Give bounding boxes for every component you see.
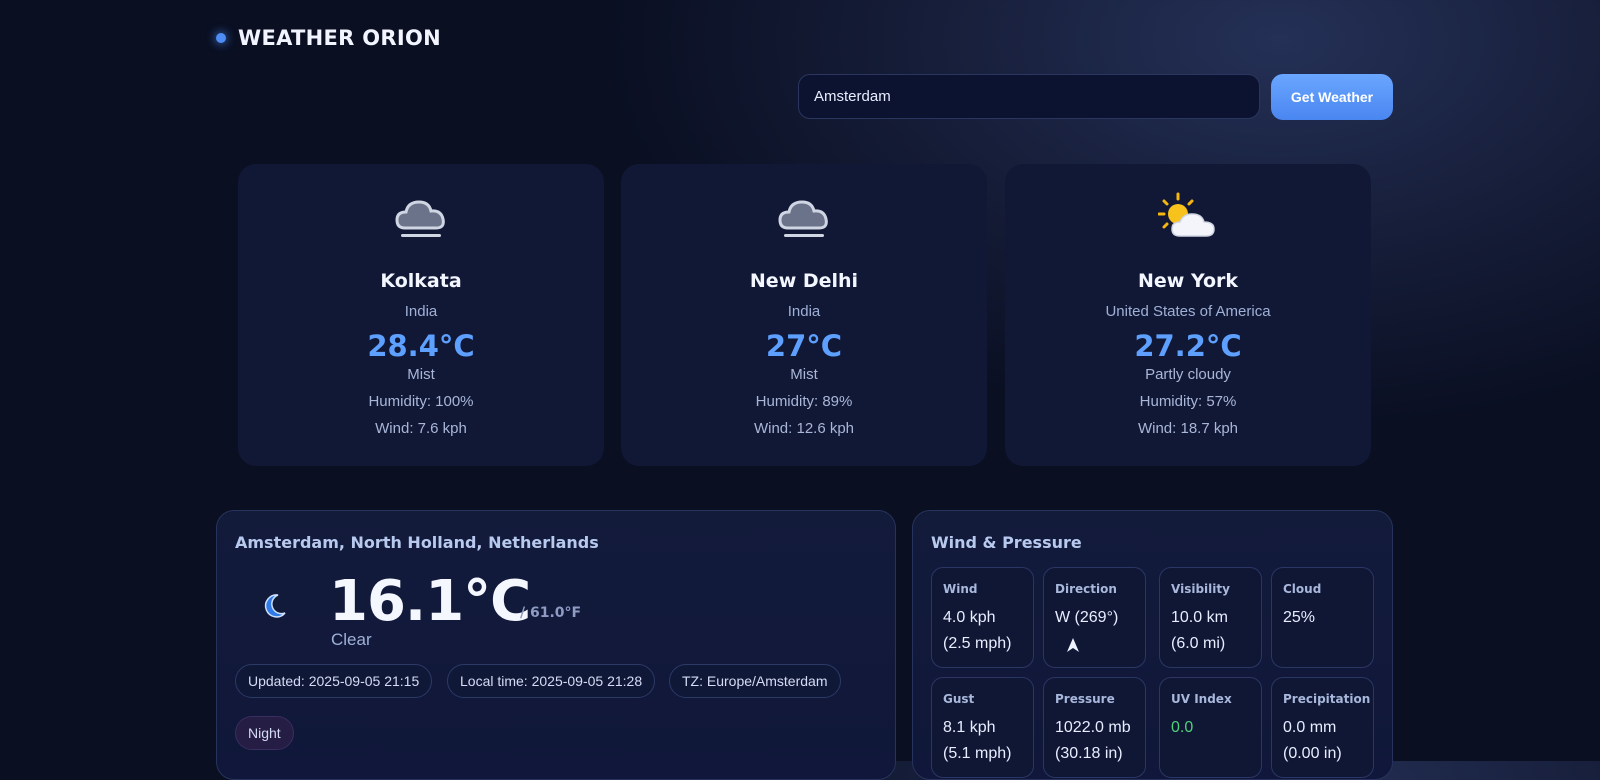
- stat-value: 8.1 kph: [943, 719, 996, 736]
- stat-direction: Direction W (269°): [1043, 567, 1146, 668]
- mist-cloud-icon: [778, 200, 828, 237]
- wind-pressure-panel: Wind & Pressure Wind 4.0 kph (2.5 mph) D…: [912, 510, 1393, 780]
- crescent-moon-icon: [264, 594, 286, 618]
- stat-label: Gust: [943, 692, 975, 706]
- stat-label: UV Index: [1171, 692, 1232, 706]
- current-temperature: 16.1°C: [329, 569, 531, 634]
- stat-value: 10.0 km: [1171, 609, 1228, 626]
- stat-pressure: Pressure 1022.0 mb (30.18 in): [1043, 677, 1146, 778]
- location-title: Amsterdam, North Holland, Netherlands: [235, 533, 599, 552]
- day-night-pill: Night: [235, 716, 294, 750]
- city-wind: Wind: 12.6 kph: [753, 420, 855, 437]
- stat-value: 0.0: [1171, 719, 1194, 736]
- stat-precipitation: Precipitation 0.0 mm (0.00 in): [1271, 677, 1374, 778]
- city-temperature: 28.4°C: [367, 329, 475, 363]
- stat-label: Direction: [1055, 582, 1117, 596]
- city-country: India: [787, 303, 821, 320]
- stat-label: Visibility: [1171, 582, 1230, 596]
- timezone-pill: TZ: Europe/Amsterdam: [669, 664, 841, 698]
- city-name: Kolkata: [380, 270, 462, 292]
- city-search-input[interactable]: [798, 74, 1260, 119]
- city-name: New York: [1137, 270, 1239, 292]
- city-country: United States of America: [1105, 303, 1271, 320]
- city-humidity: Humidity: 89%: [755, 393, 853, 410]
- current-temperature-f: / 61.0°F: [520, 605, 582, 621]
- app-title: WEATHER ORION: [238, 26, 442, 50]
- stat-value-secondary: (6.0 mi): [1171, 635, 1226, 652]
- stat-label: Pressure: [1055, 692, 1115, 706]
- city-card-kolkata[interactable]: Kolkata India 28.4°C Mist Humidity: 100%…: [238, 164, 604, 466]
- updated-pill: Updated: 2025-09-05 21:15: [235, 664, 433, 698]
- city-wind: Wind: 7.6 kph: [375, 420, 467, 437]
- get-weather-button[interactable]: Get Weather: [1271, 74, 1393, 120]
- stat-value: W (269°): [1055, 609, 1119, 626]
- stat-label: Cloud: [1283, 582, 1322, 596]
- city-card-new-york[interactable]: New York United States of America 27.2°C…: [1005, 164, 1371, 466]
- city-card-new-delhi[interactable]: New Delhi India 27°C Mist Humidity: 89% …: [621, 164, 987, 466]
- current-condition: Clear: [331, 630, 372, 649]
- stat-label: Wind: [943, 582, 978, 596]
- city-condition: Mist: [407, 366, 435, 383]
- stat-visibility: Visibility 10.0 km (6.0 mi): [1159, 567, 1262, 668]
- city-condition: Partly cloudy: [1145, 366, 1231, 383]
- stat-uv-index: UV Index 0.0: [1159, 677, 1262, 778]
- city-name: New Delhi: [749, 270, 859, 292]
- city-temperature: 27°C: [765, 329, 843, 363]
- current-weather-panel: Amsterdam, North Holland, Netherlands 16…: [216, 510, 896, 780]
- partly-cloudy-icon: [1158, 192, 1215, 237]
- city-condition: Mist: [790, 366, 818, 383]
- city-country: India: [404, 303, 438, 320]
- stat-value-secondary: (30.18 in): [1055, 745, 1123, 762]
- stat-cloud: Cloud 25%: [1271, 567, 1374, 668]
- wind-arrow-icon: [1067, 638, 1079, 652]
- city-wind: Wind: 18.7 kph: [1137, 420, 1239, 437]
- city-humidity: Humidity: 100%: [368, 393, 474, 410]
- stat-wind: Wind 4.0 kph (2.5 mph): [931, 567, 1034, 668]
- city-temperature: 27.2°C: [1134, 329, 1242, 363]
- stat-value: 1022.0 mb: [1055, 719, 1131, 736]
- stat-value-secondary: (0.00 in): [1283, 745, 1342, 762]
- wind-pressure-title: Wind & Pressure: [931, 533, 1082, 552]
- stat-value: 25%: [1283, 609, 1316, 626]
- local-time-pill: Local time: 2025-09-05 21:28: [447, 664, 656, 698]
- stat-value-secondary: (5.1 mph): [943, 745, 1012, 762]
- brand-dot-icon: [216, 33, 226, 43]
- stat-label: Precipitation: [1283, 692, 1371, 706]
- stat-value-secondary: (2.5 mph): [943, 635, 1012, 652]
- stat-value: 0.0 mm: [1283, 719, 1337, 736]
- brand: WEATHER ORION: [216, 26, 441, 50]
- stat-value: 4.0 kph: [943, 609, 996, 626]
- mist-cloud-icon: [395, 200, 445, 237]
- stat-gust: Gust 8.1 kph (5.1 mph): [931, 677, 1034, 778]
- city-humidity: Humidity: 57%: [1139, 393, 1237, 410]
